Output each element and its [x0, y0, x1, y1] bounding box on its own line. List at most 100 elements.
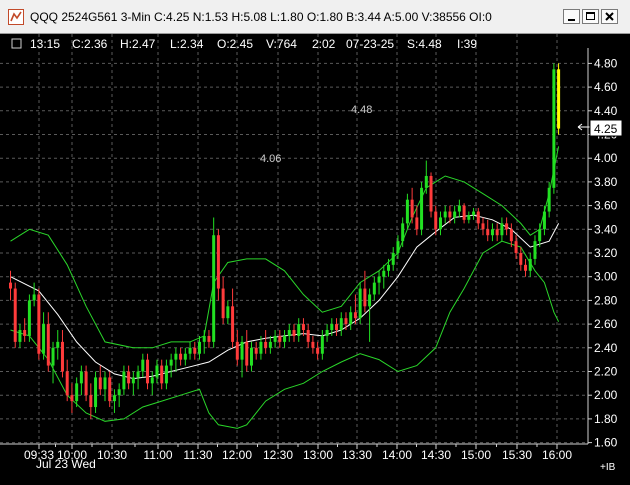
- candle: [552, 63, 556, 194]
- candle-body: [438, 217, 442, 230]
- candle-body: [316, 347, 320, 354]
- title-bar[interactable]: QQQ 2524G561 3-Min C:4.25 N:1.53 H:5.08 …: [0, 0, 630, 34]
- candle-body: [146, 359, 150, 384]
- candle-body: [297, 324, 301, 336]
- candle-body: [103, 377, 107, 390]
- candle: [112, 389, 116, 413]
- x-tick-label: 12:30: [263, 448, 293, 462]
- candle-body: [112, 395, 116, 402]
- candle-body: [325, 330, 329, 336]
- candle-body: [424, 175, 428, 188]
- info-bar-marker: [11, 38, 22, 49]
- minimize-button[interactable]: [563, 9, 580, 24]
- candle: [202, 330, 206, 354]
- x-tick-label: 16:00: [542, 448, 572, 462]
- y-axis: 4.804.604.404.204.003.803.603.403.203.00…: [588, 56, 618, 450]
- candle: [245, 330, 249, 372]
- candle-body: [538, 229, 542, 242]
- candle: [453, 205, 457, 224]
- close-button[interactable]: [601, 9, 618, 24]
- candle-body: [405, 199, 409, 224]
- candle-body: [335, 324, 339, 331]
- candle-body: [490, 229, 494, 236]
- info-date: 07-23-25: [346, 37, 394, 51]
- candle: [528, 253, 532, 277]
- candle-body: [179, 353, 183, 360]
- candle-body: [486, 229, 490, 236]
- candle: [320, 330, 324, 360]
- candle-body: [37, 294, 41, 354]
- maximize-button[interactable]: [582, 9, 599, 24]
- y-tick-label: 4.00: [594, 151, 618, 165]
- candle-body: [358, 288, 362, 319]
- candle-body: [259, 341, 263, 354]
- candle-body: [245, 341, 249, 366]
- candle: [316, 341, 320, 360]
- candle: [198, 335, 201, 360]
- candle: [273, 330, 277, 348]
- candle: [65, 359, 69, 402]
- candle: [150, 371, 154, 396]
- price-marker: 4.25: [577, 119, 623, 137]
- candle-body: [344, 318, 348, 325]
- x-tick-label: 15:30: [502, 448, 532, 462]
- candle-body: [65, 371, 69, 396]
- candle-body: [500, 223, 504, 236]
- candle: [179, 347, 183, 366]
- candle: [89, 383, 93, 419]
- x-tick-label: 11:00: [143, 448, 172, 462]
- chart-area[interactable]: 4.804.604.404.204.003.803.603.403.203.00…: [0, 34, 630, 480]
- candle-body: [70, 395, 74, 402]
- candle-body: [415, 217, 419, 230]
- annotation-upper: 4.48: [351, 104, 372, 116]
- candle-body: [51, 347, 55, 366]
- y-tick-label: 1.60: [594, 436, 618, 450]
- candle: [27, 294, 31, 342]
- candle-body: [339, 318, 343, 331]
- candle: [429, 172, 433, 218]
- candle: [56, 330, 60, 360]
- candle-body: [524, 264, 528, 271]
- y-tick-label: 2.80: [594, 293, 618, 307]
- candle: [377, 270, 381, 295]
- info-close: C:2.36: [72, 37, 108, 51]
- candle: [108, 371, 112, 408]
- y-tick-label: 4.40: [594, 104, 618, 118]
- candle: [292, 324, 296, 342]
- candle-body: [311, 341, 315, 348]
- candle-body: [84, 371, 88, 396]
- candle-body: [283, 335, 287, 342]
- candle-body: [330, 324, 334, 331]
- candle: [278, 330, 282, 348]
- candle: [70, 383, 74, 413]
- candle-body: [141, 359, 145, 372]
- candle: [84, 365, 88, 402]
- candle: [387, 258, 390, 277]
- candle: [481, 217, 485, 236]
- candle-body: [226, 306, 230, 319]
- candle: [467, 211, 471, 224]
- candle: [231, 288, 235, 348]
- candle: [254, 341, 258, 360]
- price-chart[interactable]: 4.804.604.404.204.003.803.603.403.203.00…: [0, 34, 630, 480]
- candle-body: [467, 215, 471, 220]
- candle-body: [9, 282, 12, 289]
- candle: [505, 217, 509, 236]
- candle: [519, 247, 523, 271]
- candle: [32, 282, 36, 307]
- candles: [9, 63, 561, 419]
- candle: [325, 324, 329, 342]
- candle-body: [75, 383, 79, 402]
- candle-body: [372, 282, 376, 295]
- window-title: QQQ 2524G561 3-Min C:4.25 N:1.53 H:5.08 …: [30, 10, 492, 24]
- candle-body: [533, 241, 537, 259]
- candle: [183, 347, 187, 366]
- candle: [410, 187, 414, 224]
- candle: [155, 359, 159, 384]
- candle-body: [23, 330, 27, 336]
- candle: [174, 347, 178, 372]
- candle: [127, 365, 131, 390]
- candle: [405, 193, 409, 230]
- candle: [9, 270, 12, 301]
- candle: [524, 258, 528, 277]
